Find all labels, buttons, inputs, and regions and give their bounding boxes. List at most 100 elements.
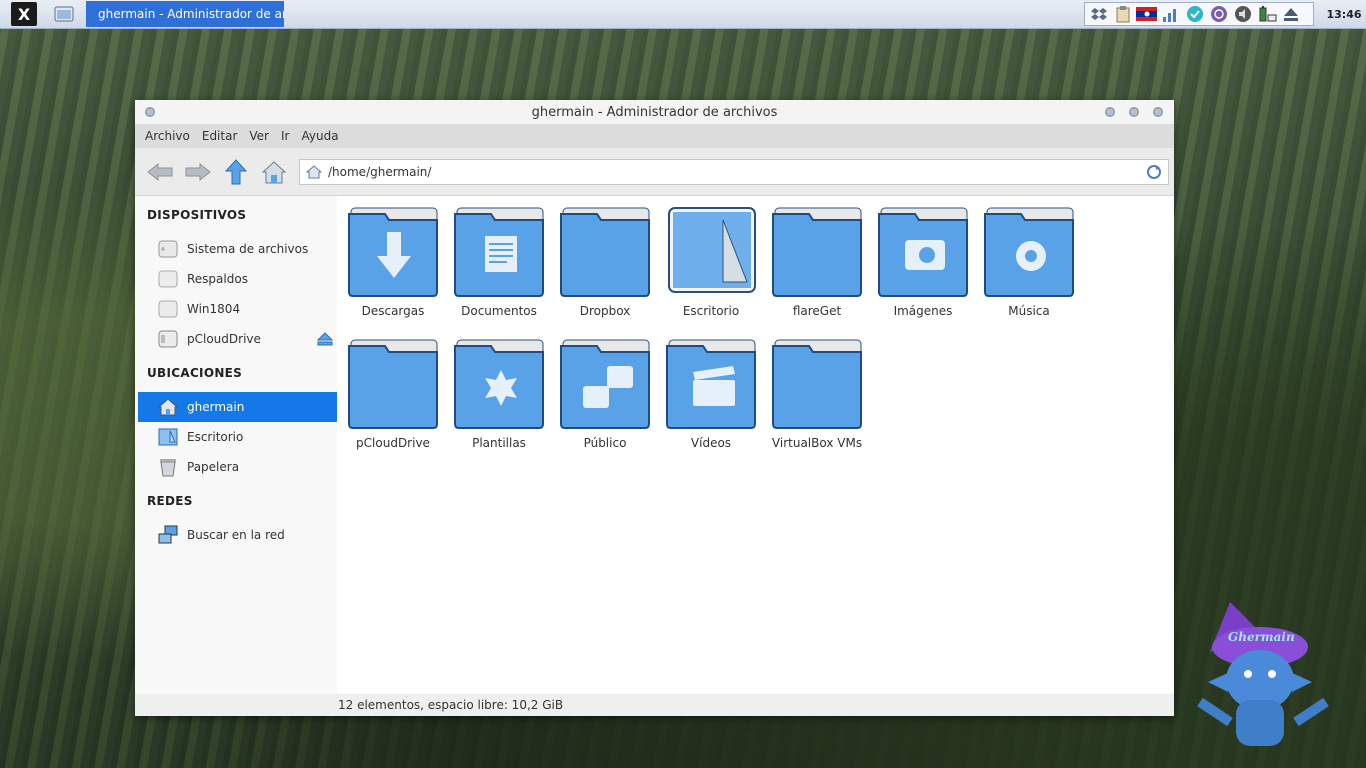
folder-desktop-icon [668,207,756,293]
home-icon [261,160,287,183]
system-tray [1084,2,1314,26]
folder-item-pclouddrive[interactable]: pCloudDrive [341,336,445,464]
sidebar-item-label: Buscar en la red [187,528,285,542]
folder-templates-icon [454,339,544,429]
drive-icon [158,240,178,258]
location-bar[interactable]: /home/ghermain/ [299,158,1169,185]
status-bar: 12 elementos, espacio libre: 10,2 GiB [135,694,1174,716]
folder-item-musica[interactable]: Música [977,204,1081,332]
arrow-left-icon [147,162,173,181]
arrow-up-icon [225,158,247,184]
window-menu-button[interactable] [145,107,155,117]
volume-icon[interactable] [1232,5,1253,23]
folder-item-documentos[interactable]: Documentos [447,204,551,332]
menu-archivo[interactable]: Archivo [139,129,196,143]
clock[interactable]: 13:46 [1322,0,1366,28]
folder-icon [772,339,862,429]
home-icon [157,398,179,416]
reload-icon[interactable] [1146,164,1162,180]
home-icon [306,164,322,178]
folder-item-virtualbox-vms[interactable]: VirtualBox VMs [765,336,869,464]
folder-music-icon [984,207,1074,297]
side-pane: DISPOSITIVOS Sistema de archivos Respald… [135,196,337,694]
folder-icon [348,339,438,429]
location-path: /home/ghermain/ [328,164,432,179]
folder-label: Documentos [461,304,537,318]
eject-icon[interactable] [317,332,333,346]
sidebar-item-label: Sistema de archivos [187,242,309,256]
menu-editar[interactable]: Editar [196,129,244,143]
folder-public-icon [560,339,650,429]
folder-item-plantillas[interactable]: Plantillas [447,336,551,464]
drive-icon [158,330,178,348]
folder-item-publico[interactable]: Público [553,336,657,464]
section-devices-header: DISPOSITIVOS [147,208,247,222]
application-menu-button[interactable]: X [11,2,37,26]
sidebar-item-ghermain[interactable]: ghermain [138,392,337,422]
pcloud-icon[interactable] [1184,5,1205,23]
taskbar-window-file-manager[interactable]: ghermain - Administrador de ar... [86,1,284,27]
maximize-button[interactable] [1129,107,1139,117]
sidebar-item-label: Respaldos [187,272,248,286]
folder-item-imagenes[interactable]: Imágenes [871,204,975,332]
content-area: DISPOSITIVOS Sistema de archivos Respald… [135,196,1174,694]
folder-view[interactable]: Descargas Documentos Dropbox Escritorio … [337,196,1172,694]
sidebar-item-escritorio[interactable]: Escritorio [135,422,337,452]
sidebar-item-buscar-en-la-red[interactable]: Buscar en la red [135,520,337,550]
eject-icon[interactable] [1280,5,1301,23]
section-places-header: UBICACIONES [147,366,243,380]
dropbox-icon[interactable] [1088,5,1109,23]
clipboard-icon[interactable] [1112,5,1133,23]
toolbar: /home/ghermain/ [135,148,1174,196]
menu-ir[interactable]: Ir [275,129,295,143]
minimize-button[interactable] [1105,107,1115,117]
folder-icon [772,207,862,297]
folder-videos-icon [666,339,756,429]
folder-item-dropbox[interactable]: Dropbox [553,204,657,332]
forward-button[interactable] [183,157,213,187]
desktop-icon [158,428,178,446]
back-button[interactable] [145,157,175,187]
sidebar-item-label: Papelera [187,460,240,474]
viber-icon[interactable] [1208,5,1229,23]
close-button[interactable] [1153,107,1163,117]
sidebar-item-papelera[interactable]: Papelera [135,452,337,482]
battery-icon[interactable] [1256,5,1277,23]
goblin-mascot-icon [1197,602,1329,746]
section-network-header: REDES [147,494,193,508]
folder-item-descargas[interactable]: Descargas [341,204,445,332]
window-title: ghermain - Administrador de archivos [531,104,778,120]
top-panel: X ghermain - Administrador de ar... 13:4… [0,0,1366,29]
drive-icon [158,300,178,318]
window-titlebar[interactable]: ghermain - Administrador de archivos [135,100,1174,124]
keyboard-flag-icon[interactable] [1136,5,1157,23]
menu-ver[interactable]: Ver [243,129,275,143]
taskbar-window-title: ghermain - Administrador de ar... [98,7,284,21]
folder-label: Imágenes [893,304,953,318]
home-button[interactable] [259,157,289,187]
desktop-mascot-image: Ghermain [1190,592,1336,758]
folder-item-videos[interactable]: Vídeos [659,336,763,464]
folder-label: Vídeos [690,436,732,450]
file-manager-window: ghermain - Administrador de archivos Arc… [135,100,1174,716]
arrow-right-icon [185,162,211,181]
folder-label: Público [583,436,627,450]
show-desktop-button[interactable] [51,2,77,26]
sidebar-item-sistema-de-archivos[interactable]: Sistema de archivos [135,234,337,264]
sidebar-item-respaldos[interactable]: Respaldos [135,264,337,294]
up-button[interactable] [221,157,251,187]
sidebar-item-win1804[interactable]: Win1804 [135,294,337,324]
xfce-logo-icon: X [17,4,31,24]
folder-item-flareget[interactable]: flareGet [765,204,869,332]
folder-label: Dropbox [579,304,631,318]
menu-bar: Archivo Editar Ver Ir Ayuda [135,124,1174,148]
menu-ayuda[interactable]: Ayuda [295,129,344,143]
sidebar-item-pclouddrive[interactable]: pCloudDrive [135,324,337,354]
folder-label: Descargas [361,304,425,318]
sidebar-item-label: pCloudDrive [187,332,261,346]
drive-icon [158,270,178,288]
folder-item-escritorio[interactable]: Escritorio [659,204,763,332]
sidebar-item-label: Win1804 [187,302,241,316]
network-icon[interactable] [1160,5,1181,23]
folder-label: Escritorio [682,304,740,318]
